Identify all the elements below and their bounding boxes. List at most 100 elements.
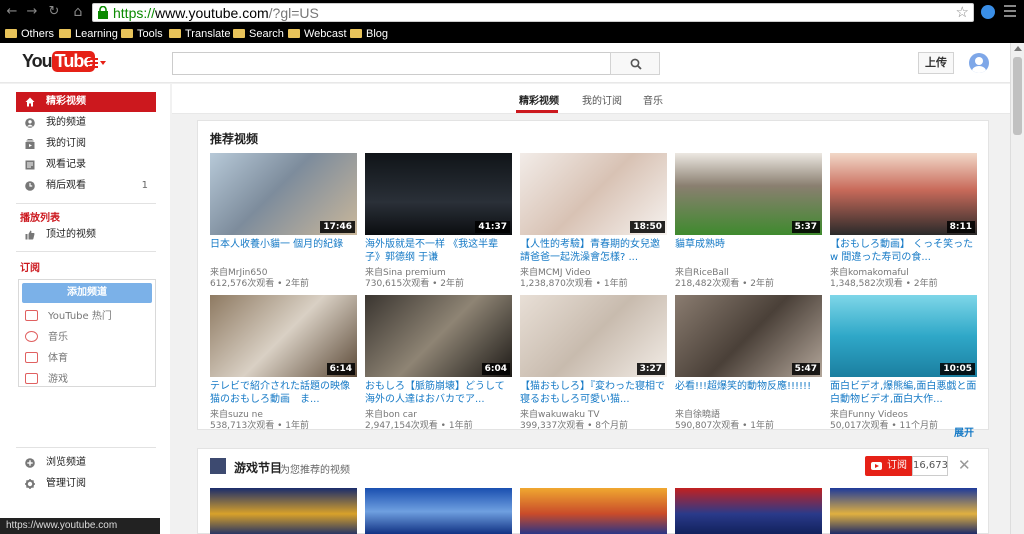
meta-separator: • xyxy=(584,421,596,431)
sidebar-item-my-channel[interactable]: 我的频道 xyxy=(16,113,156,133)
channel-item-sports[interactable]: 体育 xyxy=(25,350,68,368)
bookmark-folder-translate[interactable]: Translate xyxy=(169,27,230,41)
shelf-title[interactable]: 游戏节目 xyxy=(234,459,282,476)
channel-item-music[interactable]: 音乐 xyxy=(25,329,68,347)
video-title-link[interactable]: 【人性的考驗】青春期的女兒邀請爸爸一起洗澡會怎樣? ... xyxy=(520,238,667,266)
video-title-link[interactable]: おもしろ【脈筋崩壊】どうして海外の人達はおバカでア... xyxy=(365,380,512,408)
video-title-link[interactable]: 【おもしろ動画】 くっそ笑ったw 間違った寿司の食... xyxy=(830,238,977,266)
plus-circle-icon xyxy=(25,458,35,468)
address-bar[interactable]: https://www.youtube.com/?gl=US ☆ xyxy=(92,3,974,22)
scrollbar-thumb[interactable] xyxy=(1013,57,1022,135)
video-card[interactable]: 6:14 テレビで紹介された話題の映像 猫のおもしろ動画 ま... 来自suzu n… xyxy=(210,295,357,431)
video-thumbnail[interactable]: 6:14 xyxy=(210,295,357,377)
video-title-link[interactable]: 必看!!!超爆笑的動物反應!!!!!! xyxy=(675,380,822,408)
bookmark-folder-webcast[interactable]: Webcast xyxy=(288,27,347,41)
video-thumbnail[interactable] xyxy=(210,488,357,534)
subscriptions-heading[interactable]: 订阅 xyxy=(20,259,40,274)
gamepad-icon xyxy=(25,373,38,384)
sidebar-item-home[interactable]: 精彩视频 xyxy=(16,92,156,112)
games-shelf: 游戏节目 为您推荐的视频 订阅 16,673 ✕ xyxy=(197,448,989,534)
video-thumbnail[interactable]: 41:37 xyxy=(365,153,512,235)
scroll-up-arrow-icon[interactable] xyxy=(1014,46,1022,51)
channel-item-youtube-popular[interactable]: YouTube 热门 xyxy=(25,308,112,326)
video-title-link[interactable]: 日本人收養小貓一 個月的紀錄 xyxy=(210,238,357,266)
video-card[interactable]: 6:04 おもしろ【脈筋崩壊】どうして海外の人達はおバカでア... 来自bon ca… xyxy=(365,295,512,431)
shelf-subtitle: 为您推荐的视频 xyxy=(280,465,350,476)
video-thumbnail[interactable]: 10:05 xyxy=(830,295,977,377)
video-thumbnail[interactable]: 5:37 xyxy=(675,153,822,235)
video-age: 1年前 xyxy=(603,279,628,289)
video-thumbnail[interactable] xyxy=(365,488,512,534)
channel-item-gaming[interactable]: 游戏 xyxy=(25,371,68,389)
browser-menu-icon[interactable] xyxy=(1004,5,1016,19)
video-thumbnail[interactable]: 5:47 xyxy=(675,295,822,377)
youtube-logo[interactable]: You Tube xyxy=(22,51,96,75)
video-card[interactable]: 5:47 必看!!!超爆笑的動物反應!!!!!! 来自徐曉語 590,807次观看 •… xyxy=(675,295,822,431)
bookmarks-bar: Others Learning Tools Translate Search W… xyxy=(0,25,1024,43)
tab-featured[interactable]: 精彩视频 xyxy=(519,92,559,107)
subscribe-button[interactable]: 订阅 xyxy=(865,456,913,476)
extension-icon[interactable] xyxy=(981,5,995,19)
avatar[interactable] xyxy=(969,53,989,73)
video-title-link[interactable]: 【猫おもしろ】『変わった寝相で寝るおもしろ可愛い猫... xyxy=(520,380,667,408)
video-card[interactable]: 8:11 【おもしろ動画】 くっそ笑ったw 間違った寿司の食... 来自komako… xyxy=(830,153,977,289)
video-card[interactable]: 3:27 【猫おもしろ】『変わった寝相で寝るおもしろ可愛い猫... 来自wakuwa… xyxy=(520,295,667,431)
video-thumbnail[interactable]: 18:50 xyxy=(520,153,667,235)
sidebar-item-browse-channels[interactable]: 浏览频道 xyxy=(16,453,156,473)
search-button[interactable] xyxy=(610,52,660,75)
video-duration: 41:37 xyxy=(475,221,510,233)
guide-menu-icon[interactable] xyxy=(88,58,106,70)
video-duration: 10:05 xyxy=(940,363,975,375)
video-age: 8个月前 xyxy=(595,421,628,431)
bookmark-star-icon[interactable]: ☆ xyxy=(956,4,969,21)
video-card[interactable]: 17:46 日本人收養小貓一 個月的紀錄 来自MrJin650 612,576次观看 … xyxy=(210,153,357,289)
forward-arrow-icon[interactable]: → xyxy=(24,4,40,20)
back-arrow-icon[interactable]: ← xyxy=(4,4,20,20)
video-title-link[interactable]: 面白ビデオ,爆熊編,面白悪戯と面白動物ビデオ,面白大作... xyxy=(830,380,977,408)
channel-avatar[interactable] xyxy=(210,458,226,474)
sidebar-item-liked-videos[interactable]: 顶过的视频 xyxy=(16,225,156,245)
meta-separator: • xyxy=(888,421,900,431)
bookmark-folder-blog[interactable]: Blog xyxy=(350,27,388,41)
sidebar-item-subscriptions[interactable]: 我的订阅 xyxy=(16,134,156,154)
bookmark-folder-tools[interactable]: Tools xyxy=(121,27,163,41)
video-card[interactable]: 5:37 貓草成熟時 来自RiceBall 218,482次观看 • 2年前 xyxy=(675,153,822,289)
folder-icon xyxy=(169,29,181,38)
video-title-link[interactable]: 海外版就是不一样 《我这半辈子》郭德纲 于谦 xyxy=(365,238,512,266)
bookmark-folder-others[interactable]: Others xyxy=(5,27,54,41)
expand-button[interactable]: 展开 xyxy=(954,424,974,439)
close-icon[interactable]: ✕ xyxy=(958,456,971,474)
search-input[interactable] xyxy=(172,52,611,75)
video-duration: 3:27 xyxy=(636,363,665,375)
video-thumbnail[interactable] xyxy=(830,488,977,534)
recommended-shelf: 推荐视频 17:46 日本人收養小貓一 個月的紀錄 来自MrJin650 612,57… xyxy=(197,120,989,439)
reload-icon[interactable]: ↻ xyxy=(46,4,62,20)
video-age: 1年前 xyxy=(285,421,309,431)
video-card[interactable]: 10:05 面白ビデオ,爆熊編,面白悪戯と面白動物ビデオ,面白大作... 来自Fun… xyxy=(830,295,977,431)
shelf-title[interactable]: 推荐视频 xyxy=(210,130,258,147)
video-card[interactable]: 18:50 【人性的考驗】青春期的女兒邀請爸爸一起洗澡會怎樣? ... 来自MCMJ… xyxy=(520,153,667,289)
sidebar-item-manage-subscriptions[interactable]: 管理订阅 xyxy=(16,474,156,494)
sidebar-item-watch-later[interactable]: 稍后观看 1 xyxy=(16,176,156,196)
video-age: 2年前 xyxy=(913,279,938,289)
sidebar-item-history[interactable]: 观看记录 xyxy=(16,155,156,175)
video-thumbnail[interactable]: 17:46 xyxy=(210,153,357,235)
video-thumbnail[interactable] xyxy=(520,488,667,534)
home-page-icon[interactable]: ⌂ xyxy=(70,4,86,20)
upload-button[interactable]: 上传 xyxy=(918,52,954,74)
sidebar-item-label: 浏览频道 xyxy=(46,457,86,468)
video-thumbnail[interactable]: 3:27 xyxy=(520,295,667,377)
video-title-link[interactable]: テレビで紹介された話題の映像 猫のおもしろ動画 ま... xyxy=(210,380,357,408)
video-thumbnail[interactable] xyxy=(675,488,822,534)
video-title-link[interactable]: 貓草成熟時 xyxy=(675,238,822,266)
bookmark-folder-search[interactable]: Search xyxy=(233,27,284,41)
page-scrollbar[interactable] xyxy=(1010,43,1024,534)
video-thumbnail[interactable]: 8:11 xyxy=(830,153,977,235)
video-card[interactable]: 41:37 海外版就是不一样 《我这半辈子》郭德纲 于谦 来自Sina premiu… xyxy=(365,153,512,289)
video-thumbnail[interactable]: 6:04 xyxy=(365,295,512,377)
tab-my-subscriptions[interactable]: 我的订阅 xyxy=(582,92,622,107)
bookmark-folder-learning[interactable]: Learning xyxy=(59,27,118,41)
tab-music[interactable]: 音乐 xyxy=(643,92,663,107)
playlists-heading[interactable]: 播放列表 xyxy=(20,209,60,224)
add-channels-button[interactable]: 添加频道 xyxy=(22,283,152,303)
